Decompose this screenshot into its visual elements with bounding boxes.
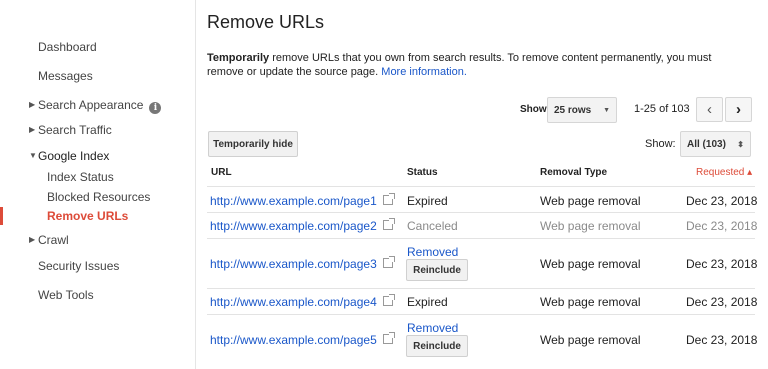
column-header-url[interactable]: URL bbox=[211, 167, 232, 178]
sidebar-item-messages[interactable]: Messages bbox=[38, 69, 93, 83]
sidebar-item-blocked-resources[interactable]: Blocked Resources bbox=[47, 190, 150, 204]
next-page-button[interactable]: › bbox=[725, 97, 752, 122]
table-row-url-link[interactable]: http://www.example.com/page3 bbox=[210, 256, 395, 271]
sidebar-item-google-index[interactable]: Google Index bbox=[38, 149, 109, 163]
external-link-icon[interactable] bbox=[382, 256, 395, 268]
temporarily-hide-button[interactable]: Temporarily hide bbox=[208, 131, 298, 157]
sidebar-item-index-status[interactable]: Index Status bbox=[47, 170, 114, 184]
info-icon[interactable]: i bbox=[149, 102, 162, 114]
url-text: http://www.example.com/page1 bbox=[210, 194, 377, 208]
table-row-url-link[interactable]: http://www.example.com/page1 bbox=[210, 193, 395, 208]
sidebar: Dashboard Messages ▶ Search Appearance i … bbox=[0, 0, 196, 369]
divider bbox=[207, 212, 755, 213]
show-rows-label: Show bbox=[520, 104, 547, 115]
row-requested-date: Dec 23, 2018 bbox=[686, 257, 758, 271]
row-status: Expired bbox=[407, 194, 448, 208]
sidebar-item-search-appearance[interactable]: Search Appearance i bbox=[38, 98, 162, 114]
intro-text: Temporarily remove URLs that you own fro… bbox=[207, 51, 747, 79]
row-requested-date: Dec 23, 2018 bbox=[686, 194, 758, 208]
page-title: Remove URLs bbox=[207, 12, 325, 32]
table-row-url-link[interactable]: http://www.example.com/page5 bbox=[210, 332, 395, 347]
caret-right-icon: ▶ bbox=[29, 100, 36, 109]
caret-down-icon: ▼ bbox=[29, 151, 37, 160]
table-row-url-link[interactable]: http://www.example.com/page4 bbox=[210, 294, 395, 309]
sidebar-item-dashboard[interactable]: Dashboard bbox=[38, 40, 97, 54]
previous-page-button[interactable]: ‹ bbox=[696, 97, 723, 122]
row-status-link[interactable]: Removed bbox=[407, 245, 458, 259]
url-text: http://www.example.com/page2 bbox=[210, 219, 377, 233]
external-link-icon[interactable] bbox=[382, 294, 395, 306]
rows-per-page-value: 25 rows bbox=[554, 104, 592, 116]
row-status: Expired bbox=[407, 295, 448, 309]
caret-right-icon: ▶ bbox=[29, 235, 36, 244]
sidebar-item-search-traffic[interactable]: Search Traffic bbox=[38, 123, 112, 137]
more-information-link[interactable]: More information. bbox=[381, 66, 467, 78]
column-header-status[interactable]: Status bbox=[407, 167, 438, 178]
sidebar-item-remove-urls[interactable]: Remove URLs bbox=[47, 209, 128, 223]
url-text: http://www.example.com/page5 bbox=[210, 333, 377, 347]
dropdown-arrow-icon: ▼ bbox=[603, 106, 610, 114]
url-text: http://www.example.com/page4 bbox=[210, 295, 377, 309]
divider bbox=[207, 238, 755, 239]
chevron-right-icon: › bbox=[736, 101, 741, 118]
intro-bold: Temporarily bbox=[207, 52, 270, 64]
external-link-icon[interactable] bbox=[382, 193, 395, 205]
filter-value: All (103) bbox=[687, 138, 726, 150]
sidebar-item-crawl[interactable]: Crawl bbox=[38, 233, 69, 247]
chevron-left-icon: ‹ bbox=[707, 101, 712, 118]
sort-arrows-icon: ⬍ bbox=[737, 139, 744, 149]
filter-show-label: Show: bbox=[645, 138, 676, 150]
row-removal-type: Web page removal bbox=[540, 295, 641, 309]
row-status: Canceled bbox=[407, 219, 458, 233]
divider bbox=[207, 288, 755, 289]
url-text: http://www.example.com/page3 bbox=[210, 257, 377, 271]
row-removal-type: Web page removal bbox=[540, 219, 641, 233]
column-header-removal-type[interactable]: Removal Type bbox=[540, 167, 607, 178]
external-link-icon[interactable] bbox=[382, 218, 395, 230]
reinclude-button[interactable]: Reinclude bbox=[406, 335, 468, 357]
caret-right-icon: ▶ bbox=[29, 125, 36, 134]
pagination-range: 1-25 of 103 bbox=[634, 103, 690, 115]
filter-select[interactable]: All (103) ⬍ bbox=[680, 131, 751, 157]
active-indicator bbox=[0, 207, 3, 225]
reinclude-button[interactable]: Reinclude bbox=[406, 259, 468, 281]
row-requested-date: Dec 23, 2018 bbox=[686, 295, 758, 309]
row-status-link[interactable]: Removed bbox=[407, 321, 458, 335]
sidebar-item-security-issues[interactable]: Security Issues bbox=[38, 259, 119, 273]
external-link-icon[interactable] bbox=[382, 332, 395, 344]
rows-per-page-select[interactable]: 25 rows ▼ bbox=[547, 97, 617, 123]
row-requested-date: Dec 23, 2018 bbox=[686, 333, 758, 347]
sidebar-item-label: Search Appearance bbox=[38, 98, 144, 112]
divider bbox=[207, 314, 755, 315]
row-removal-type: Web page removal bbox=[540, 257, 641, 271]
sidebar-item-web-tools[interactable]: Web Tools bbox=[38, 288, 94, 302]
row-requested-date: Dec 23, 2018 bbox=[686, 219, 758, 233]
table-row-url-link[interactable]: http://www.example.com/page2 bbox=[210, 218, 395, 233]
row-removal-type: Web page removal bbox=[540, 194, 641, 208]
column-header-requested[interactable]: Requested ▴ bbox=[696, 167, 752, 178]
row-removal-type: Web page removal bbox=[540, 333, 641, 347]
divider bbox=[207, 186, 755, 187]
